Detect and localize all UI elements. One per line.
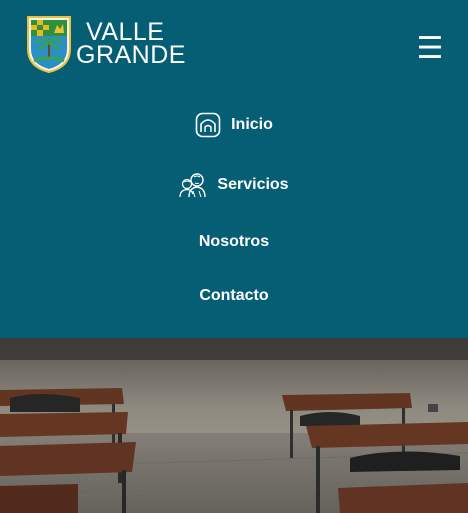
school-crest-icon bbox=[27, 16, 71, 74]
brand-name-line2: GRANDE bbox=[76, 41, 186, 69]
site-header: VALLE GRANDE ☰ Inicio Servicios Nosotros… bbox=[0, 0, 468, 338]
nav-item-nosotros[interactable]: Nosotros bbox=[0, 228, 468, 256]
nav-item-contacto[interactable]: Contacto bbox=[0, 282, 468, 310]
services-people-icon bbox=[179, 172, 207, 198]
nav-item-inicio[interactable]: Inicio bbox=[0, 110, 468, 140]
nav-item-label: Contacto bbox=[199, 287, 269, 304]
hero-classroom-image bbox=[0, 338, 468, 513]
nav-item-label: Servicios bbox=[217, 176, 289, 193]
nav-item-servicios[interactable]: Servicios bbox=[0, 170, 468, 200]
nav-item-label: Inicio bbox=[231, 116, 273, 133]
home-icon bbox=[195, 112, 221, 138]
nav-item-label: Nosotros bbox=[198, 233, 270, 250]
hamburger-menu-icon[interactable]: ☰ bbox=[414, 34, 446, 64]
brand-logo[interactable]: VALLE GRANDE bbox=[26, 15, 185, 75]
